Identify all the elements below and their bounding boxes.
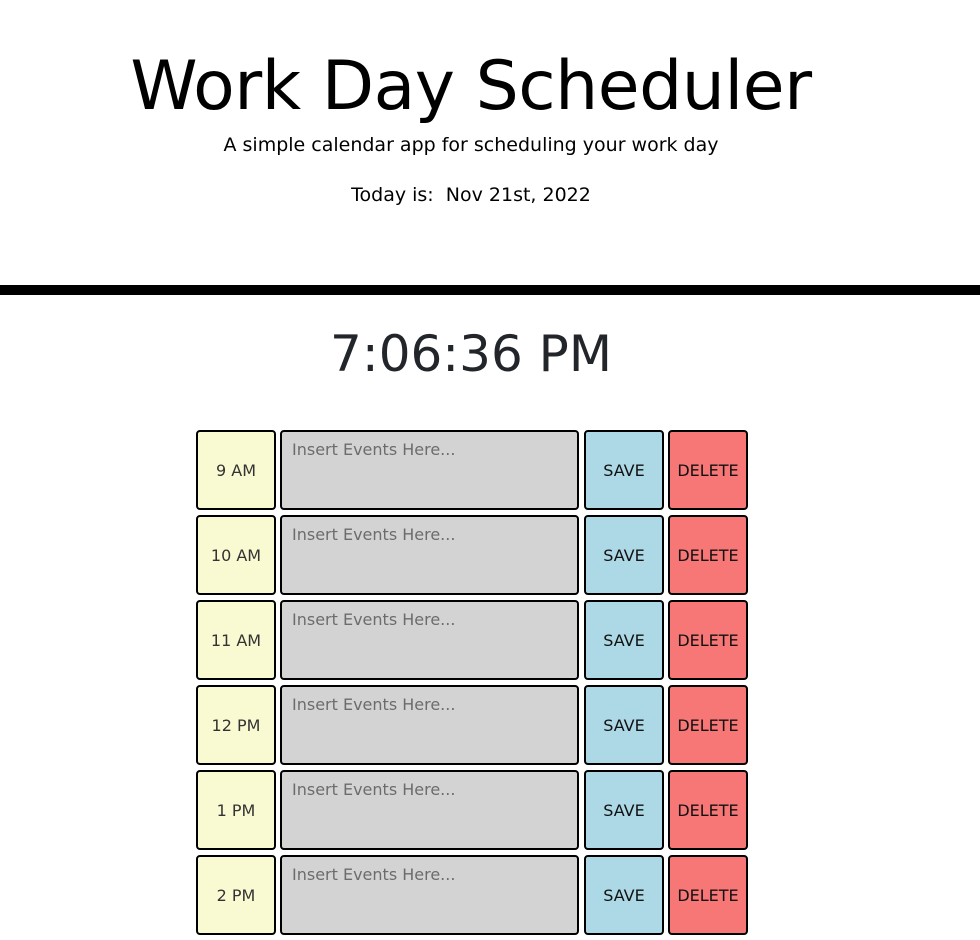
save-button[interactable]: SAVE [584, 685, 664, 765]
delete-button[interactable]: DELETE [668, 685, 748, 765]
hour-label: 11 AM [196, 600, 276, 680]
event-input[interactable]: Insert Events Here... [280, 600, 579, 680]
event-placeholder: Insert Events Here... [292, 610, 456, 629]
delete-button[interactable]: DELETE [668, 430, 748, 510]
hour-label: 10 AM [196, 515, 276, 595]
time-block-row: 2 PM Insert Events Here... SAVE DELETE [196, 855, 756, 935]
hour-label: 2 PM [196, 855, 276, 935]
save-button[interactable]: SAVE [584, 600, 664, 680]
save-button[interactable]: SAVE [584, 430, 664, 510]
header-divider [0, 285, 980, 295]
header: Work Day Scheduler A simple calendar app… [0, 0, 980, 285]
event-input[interactable]: Insert Events Here... [280, 685, 579, 765]
time-block-row: 11 AM Insert Events Here... SAVE DELETE [196, 600, 756, 680]
delete-button[interactable]: DELETE [668, 515, 748, 595]
hour-label: 1 PM [196, 770, 276, 850]
current-date: Today is: Nov 21st, 2022 [351, 184, 591, 206]
time-block-row: 12 PM Insert Events Here... SAVE DELETE [196, 685, 756, 765]
delete-button[interactable]: DELETE [668, 770, 748, 850]
hour-label: 12 PM [196, 685, 276, 765]
event-input[interactable]: Insert Events Here... [280, 855, 579, 935]
hour-label: 9 AM [196, 430, 276, 510]
delete-button[interactable]: DELETE [668, 855, 748, 935]
event-placeholder: Insert Events Here... [292, 525, 456, 544]
save-button[interactable]: SAVE [584, 515, 664, 595]
time-block-row: 1 PM Insert Events Here... SAVE DELETE [196, 770, 756, 850]
current-time: 7:06:36 PM [330, 325, 612, 383]
event-input[interactable]: Insert Events Here... [280, 515, 579, 595]
event-placeholder: Insert Events Here... [292, 440, 456, 459]
event-placeholder: Insert Events Here... [292, 780, 456, 799]
event-placeholder: Insert Events Here... [292, 865, 456, 884]
save-button[interactable]: SAVE [584, 855, 664, 935]
schedule: 9 AM Insert Events Here... SAVE DELETE 1… [196, 430, 756, 940]
event-input[interactable]: Insert Events Here... [280, 430, 579, 510]
save-button[interactable]: SAVE [584, 770, 664, 850]
time-block-row: 9 AM Insert Events Here... SAVE DELETE [196, 430, 756, 510]
event-input[interactable]: Insert Events Here... [280, 770, 579, 850]
delete-button[interactable]: DELETE [668, 600, 748, 680]
event-placeholder: Insert Events Here... [292, 695, 456, 714]
time-block-row: 10 AM Insert Events Here... SAVE DELETE [196, 515, 756, 595]
page-title: Work Day Scheduler [130, 47, 812, 126]
page-subtitle: A simple calendar app for scheduling you… [223, 134, 719, 156]
